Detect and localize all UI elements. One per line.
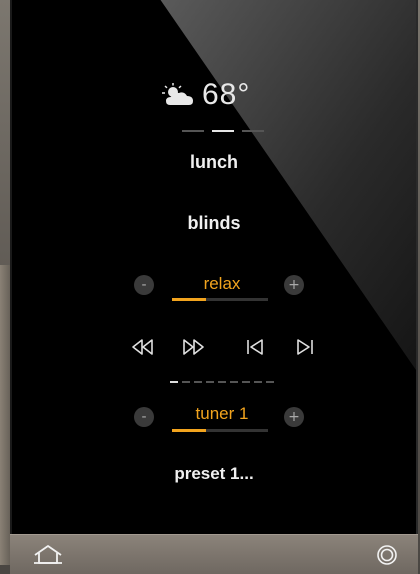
mood-minus-button[interactable]: - (134, 275, 154, 295)
track-dot (182, 381, 190, 383)
source-label[interactable]: tuner 1 (162, 404, 282, 424)
ring-icon[interactable] (376, 544, 398, 566)
track-dot (218, 381, 226, 383)
rewind-icon[interactable] (130, 336, 156, 358)
page-indicator (182, 130, 264, 132)
track-dot (194, 381, 202, 383)
mood-selector: - relax + (12, 274, 416, 304)
track-dot (242, 381, 250, 383)
temperature-readout: 68° (202, 78, 251, 111)
skip-next-icon[interactable] (292, 336, 318, 358)
transport-controls (130, 336, 320, 358)
source-minus-button[interactable]: - (134, 407, 154, 427)
touch-panel: 68° lunch blinds - relax + - tuner 1 + p… (10, 0, 418, 574)
mood-level-track[interactable] (172, 298, 268, 301)
source-level-track[interactable] (172, 429, 268, 432)
preset-label[interactable]: preset 1... (12, 464, 416, 484)
track-dot (230, 381, 238, 383)
mood-level-fill (172, 298, 206, 301)
screen: 68° lunch blinds - relax + - tuner 1 + p… (0, 0, 420, 574)
track-progress-indicator (170, 381, 274, 383)
source-plus-button[interactable]: + (284, 407, 304, 427)
track-dot (266, 381, 274, 383)
page-dot-active (212, 130, 234, 132)
page-dot (242, 130, 264, 132)
page-dot (182, 130, 204, 132)
track-dot (254, 381, 262, 383)
bottom-bar (10, 534, 418, 574)
track-dot (206, 381, 214, 383)
partly-cloudy-icon (162, 83, 193, 105)
source-level-fill (172, 429, 206, 432)
blinds-label[interactable]: blinds (12, 213, 416, 234)
mood-plus-button[interactable]: + (284, 275, 304, 295)
scene-label[interactable]: lunch (12, 152, 416, 173)
mood-label[interactable]: relax (162, 274, 282, 294)
skip-previous-icon[interactable] (242, 336, 268, 358)
fast-forward-icon[interactable] (180, 336, 206, 358)
weather-widget[interactable]: 68° (162, 78, 250, 112)
track-dot-active (170, 381, 178, 383)
home-icon[interactable] (32, 543, 64, 567)
source-selector: - tuner 1 + (12, 404, 416, 434)
